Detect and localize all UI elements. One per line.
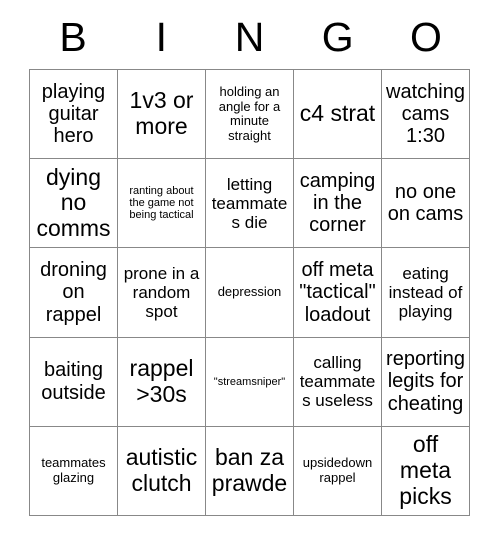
bingo-cell[interactable]: letting teammates die [206,159,294,249]
bingo-cell-text: watching cams 1:30 [386,80,465,148]
bingo-cell[interactable]: teammates glazing [30,426,118,516]
header-letter-o: O [409,14,442,60]
bingo-cell-text: eating instead of playing [388,263,463,321]
bingo-cell-text: off meta picks [399,431,452,509]
bingo-cell-text: rappel >30s [129,354,194,407]
bingo-cell[interactable]: no one on cams [382,159,470,249]
bingo-cell-text: depression [217,284,282,300]
bingo-cell[interactable]: baiting outside [30,337,118,427]
bingo-cell[interactable]: dying no comms [30,159,118,249]
bingo-cell[interactable]: reporting legits for cheating [382,337,470,427]
bingo-cell[interactable]: depression [206,248,294,338]
bingo-cell[interactable]: off meta "tactical" loadout [294,248,382,338]
bingo-cell-text: dying no comms [36,163,111,242]
bingo-cell-text: c4 strat [299,100,376,127]
bingo-cell[interactable]: eating instead of playing [382,248,470,338]
bingo-cell-text: calling teammates useless [299,353,376,411]
bingo-cell[interactable]: rappel >30s [118,337,206,427]
bingo-cell[interactable]: playing guitar hero [30,70,118,160]
header-letter-i: I [155,14,167,60]
bingo-cell-text: letting teammates die [211,174,288,232]
bingo-cell-text: autistic clutch [125,444,198,496]
bingo-cell-text: holding an angle for a minute straight [218,84,281,143]
bingo-cell-text: droning on rappel [40,258,107,326]
bingo-cell[interactable]: off meta picks [382,426,470,516]
header-letter-b: B [59,14,87,60]
bingo-header-row: B I N G O [29,0,470,69]
bingo-cell-text: 1v3 or more [129,87,194,140]
bingo-grid: playing guitar hero 1v3 or more holding … [29,69,470,516]
bingo-cell-text: prone in a random spot [123,263,200,321]
bingo-cell-text: "streamsniper" [213,375,286,388]
bingo-cell[interactable]: prone in a random spot [118,248,206,338]
bingo-cell-text: no one on cams [387,180,464,226]
bingo-cell[interactable]: 1v3 or more [118,70,206,160]
bingo-cell-text: camping in the corner [299,169,376,237]
bingo-cell[interactable]: holding an angle for a minute straight [206,70,294,160]
bingo-cell-text: ban za prawde [211,444,288,496]
bingo-cell-text: off meta "tactical" loadout [299,258,376,326]
bingo-cell-text: ranting about the game not being tactica… [129,184,194,222]
bingo-cell[interactable]: upsidedown rappel [294,426,382,516]
bingo-cell[interactable]: watching cams 1:30 [382,70,470,160]
bingo-cell[interactable]: ban za prawde [206,426,294,516]
bingo-cell[interactable]: droning on rappel [30,248,118,338]
bingo-card: B I N G O playing guitar hero 1v3 or mor… [29,0,470,516]
bingo-cell[interactable]: c4 strat [294,70,382,160]
bingo-cell[interactable]: "streamsniper" [206,337,294,427]
bingo-cell-text: reporting legits for cheating [386,348,465,415]
bingo-cell[interactable]: autistic clutch [118,426,206,516]
bingo-cell-text: baiting outside [41,359,106,404]
bingo-cell[interactable]: camping in the corner [294,159,382,249]
bingo-cell[interactable]: calling teammates useless [294,337,382,427]
bingo-cell-text: teammates glazing [41,455,106,485]
bingo-cell-text: playing guitar hero [41,80,106,148]
bingo-cell-text: upsidedown rappel [302,455,373,485]
bingo-cell[interactable]: ranting about the game not being tactica… [118,159,206,249]
header-letter-n: N [234,14,265,60]
header-letter-g: G [321,14,354,60]
